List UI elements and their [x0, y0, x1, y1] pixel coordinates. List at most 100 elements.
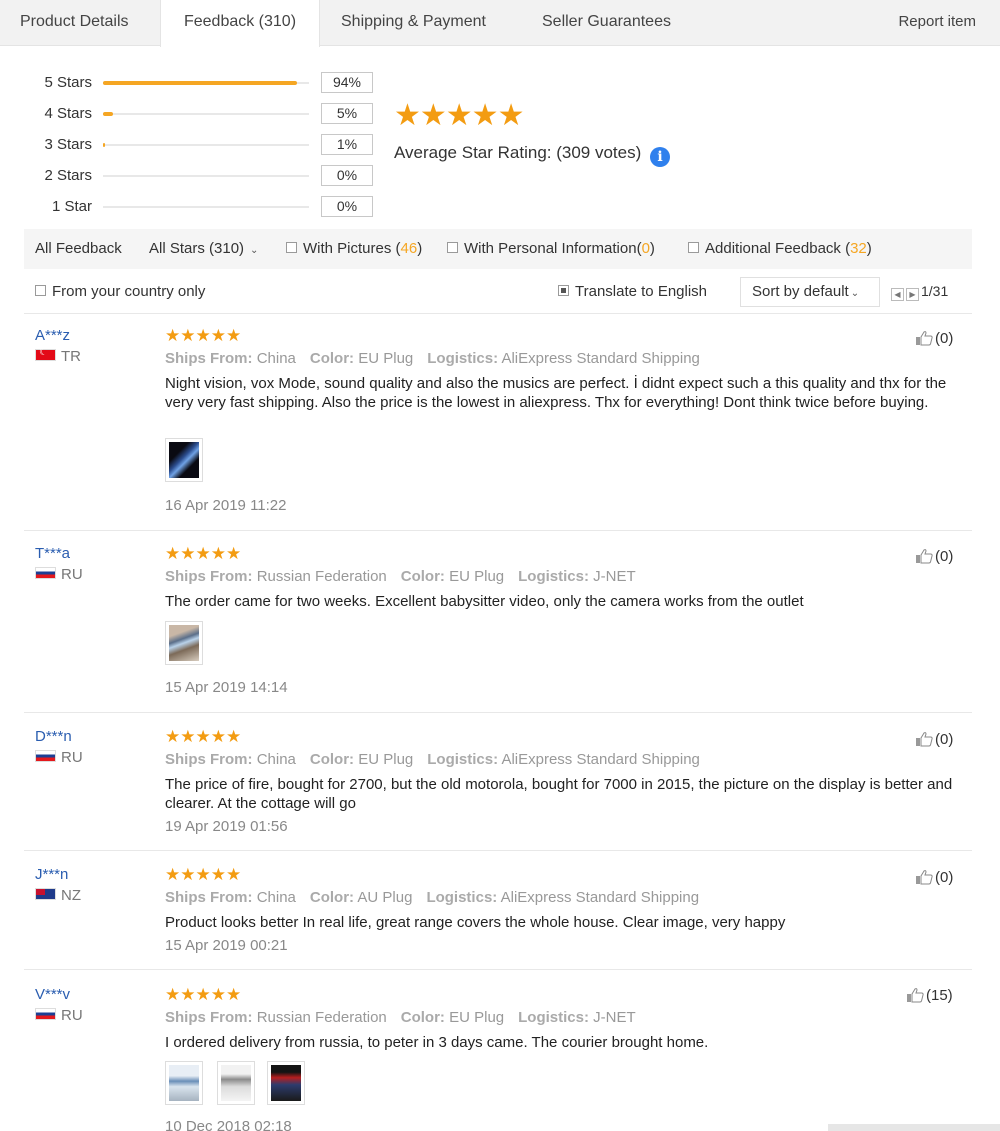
ships-from-label: Ships From: — [165, 350, 253, 367]
country-code: NZ — [61, 887, 81, 904]
with-personal-info-close: ) — [649, 240, 655, 257]
rating-bar — [103, 112, 309, 116]
color-value: EU Plug — [358, 751, 414, 768]
with-personal-info-filter[interactable]: With Personal Information(0) — [447, 240, 655, 257]
color-label: Color: — [309, 889, 355, 906]
review-text: Product looks better In real life, great… — [165, 914, 786, 931]
horizontal-scrollbar[interactable] — [828, 1124, 1000, 1131]
divider — [24, 530, 972, 531]
checkbox[interactable] — [688, 242, 699, 253]
like-button[interactable]: (15) — [906, 987, 953, 1004]
flag-ru-icon — [35, 1008, 56, 1020]
review-date: 15 Apr 2019 14:14 — [165, 679, 288, 696]
reviewer-name[interactable]: V***v — [35, 986, 70, 1003]
next-page-icon[interactable]: ▶ — [906, 288, 919, 301]
checkbox[interactable] — [286, 242, 297, 253]
additional-feedback-filter[interactable]: Additional Feedback (32) — [688, 240, 872, 257]
rating-label: 3 Stars — [44, 136, 92, 153]
rating-row-2[interactable]: 2 Stars 0% — [0, 165, 380, 189]
with-pictures-label: With Pictures ( — [303, 240, 401, 257]
reviewer-name[interactable]: D***n — [35, 728, 72, 745]
like-button[interactable]: (0) — [915, 731, 953, 748]
report-item-link[interactable]: Report item — [898, 0, 976, 44]
ships-from-value: China — [256, 350, 296, 367]
color-value: EU Plug — [449, 1009, 505, 1026]
reviewer-name[interactable]: A***z — [35, 327, 70, 344]
like-count: (0) — [935, 548, 954, 565]
logistics-label: Logistics: — [427, 751, 499, 768]
rating-bar — [103, 143, 309, 147]
with-personal-info-count: 0 — [641, 240, 650, 257]
review-photo-thumbnail[interactable] — [165, 438, 203, 482]
chevron-down-icon: ⌄ — [250, 245, 259, 256]
review-item: A***z TR ★★★★★ Ships From: China Color: E… — [24, 327, 972, 527]
checkbox-checked[interactable] — [558, 285, 569, 296]
from-country-filter[interactable]: From your country only — [35, 283, 205, 300]
checkbox[interactable] — [35, 285, 46, 296]
tab-shipping-payment[interactable]: Shipping & Payment — [341, 0, 486, 46]
thumbs-up-icon — [907, 988, 924, 1003]
divider — [24, 969, 972, 970]
rating-label: 1 Star — [51, 198, 92, 215]
sort-label: Sort by default — [752, 283, 849, 300]
review-photo-thumbnail[interactable] — [165, 1061, 203, 1105]
average-rating-label: Average Star Rating: — [394, 143, 552, 162]
thumbs-up-icon — [916, 870, 933, 885]
review-item: T***a RU ★★★★★ Ships From: Russian Feder… — [24, 545, 972, 710]
country-code: TR — [61, 348, 81, 365]
divider — [24, 712, 972, 713]
like-button[interactable]: (0) — [915, 330, 953, 347]
with-pictures-count: 46 — [400, 240, 418, 257]
like-count: (0) — [935, 330, 954, 347]
additional-feedback-count: 32 — [850, 240, 867, 257]
feedback-tabs: Product Details Feedback (310) Shipping … — [0, 0, 1000, 47]
review-photo-thumbnail[interactable] — [217, 1061, 255, 1105]
review-photo-thumbnail[interactable] — [267, 1061, 305, 1105]
info-icon[interactable]: i — [650, 147, 671, 167]
tab-product-details[interactable]: Product Details — [20, 0, 129, 46]
feedback-filter-bar: All Feedback All Stars (310) ⌄ With Pictu… — [24, 229, 972, 269]
sort-dropdown[interactable]: Sort by default ⌄ — [740, 277, 880, 307]
color-label: Color: — [309, 350, 355, 367]
prev-page-icon[interactable]: ◀ — [891, 288, 904, 301]
rating-label: 4 Stars — [44, 105, 92, 122]
reviewer-country: NZ — [35, 887, 81, 904]
page-indicator: 1/31 — [921, 283, 949, 299]
tab-seller-guarantees[interactable]: Seller Guarantees — [542, 0, 671, 46]
ships-from-value: Russian Federation — [256, 1009, 387, 1026]
reviewer-name[interactable]: T***a — [35, 545, 70, 562]
divider — [24, 313, 972, 314]
flag-ru-icon — [35, 750, 56, 762]
logistics-value: AliExpress Standard Shipping — [501, 350, 700, 367]
reviewer-name[interactable]: J***n — [35, 866, 68, 883]
chevron-down-icon: ⌄ — [850, 288, 860, 299]
ships-from-label: Ships From: — [165, 751, 253, 768]
review-text: The price of fire, bought for 2700, but … — [165, 776, 953, 812]
rating-row-4[interactable]: 4 Stars 5% — [0, 103, 380, 127]
with-pictures-filter[interactable]: With Pictures (46) — [286, 240, 422, 257]
rating-label: 2 Stars — [44, 167, 92, 184]
review-meta: Ships From: China Color: AU Plug Logistics… — [165, 889, 699, 906]
like-button[interactable]: (0) — [915, 548, 953, 565]
review-stars: ★★★★★ — [165, 865, 242, 884]
review-item: D***n RU ★★★★★ Ships From: China Color: E… — [24, 728, 972, 838]
thumbs-up-icon — [916, 549, 933, 564]
checkbox[interactable] — [447, 242, 458, 253]
review-stars: ★★★★★ — [165, 727, 242, 746]
with-pictures-close: ) — [417, 240, 423, 257]
rating-row-5[interactable]: 5 Stars 94% — [0, 72, 380, 96]
like-count: (0) — [935, 731, 954, 748]
color-value: AU Plug — [357, 889, 413, 906]
all-stars-dropdown[interactable]: All Stars (310) ⌄ — [149, 240, 258, 257]
tab-feedback[interactable]: Feedback (310) — [160, 0, 320, 47]
rating-row-3[interactable]: 3 Stars 1% — [0, 134, 380, 158]
translate-toggle[interactable]: Translate to English — [558, 283, 707, 300]
like-button[interactable]: (0) — [915, 869, 953, 886]
rating-bar — [103, 206, 309, 208]
rating-row-1[interactable]: 1 Star 0% — [0, 196, 380, 220]
reviewer-country: RU — [35, 749, 83, 766]
rating-bar — [103, 81, 309, 85]
review-photo-thumbnail[interactable] — [165, 621, 203, 665]
rating-percent: 94% — [321, 72, 373, 93]
all-feedback-filter[interactable]: All Feedback — [35, 240, 122, 257]
